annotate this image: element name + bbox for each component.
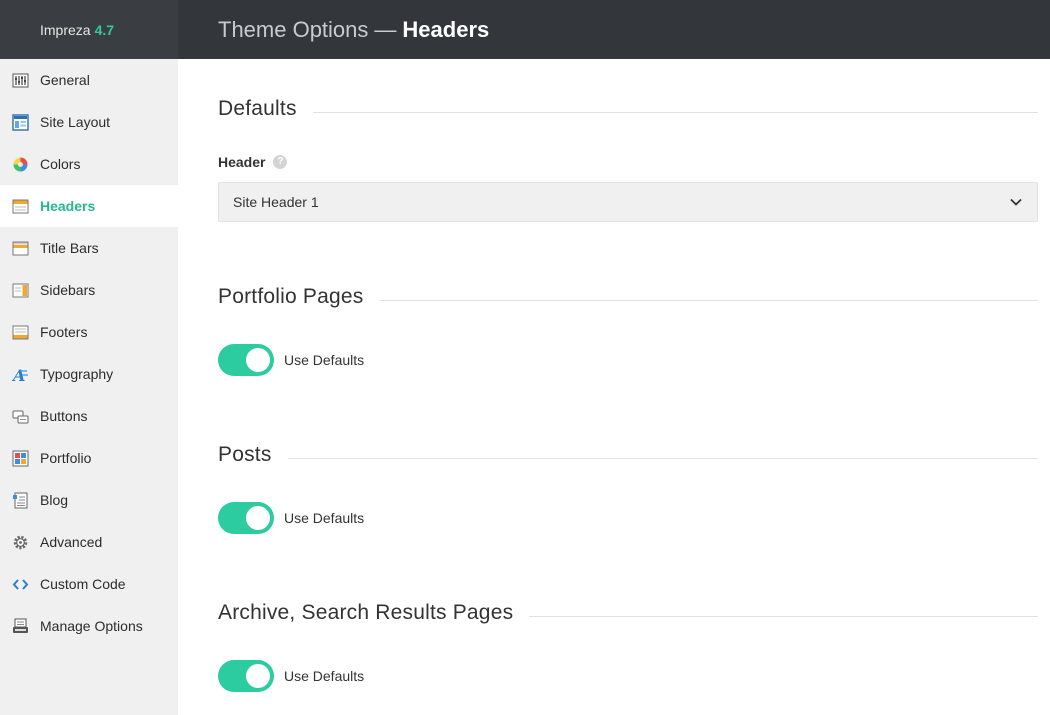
colors-icon — [12, 156, 29, 173]
sidebar-item-buttons[interactable]: Buttons — [0, 395, 178, 437]
typography-icon: A — [12, 366, 29, 383]
blog-icon — [12, 492, 29, 509]
toggle-knob — [246, 664, 270, 688]
sidebar-item-label: Manage Options — [40, 618, 143, 634]
posts-defaults-row: Use Defaults — [218, 502, 364, 534]
toggle-label: Use Defaults — [284, 352, 365, 368]
buttons-icon — [12, 408, 29, 425]
sidebar-item-blog[interactable]: Blog — [0, 479, 178, 521]
archive-defaults-row: Use Defaults — [218, 660, 364, 692]
title-separator: — — [374, 16, 397, 42]
sidebars-icon — [12, 282, 29, 299]
toggle-knob — [246, 506, 270, 530]
custom-code-icon — [12, 576, 29, 593]
manage-options-icon — [12, 618, 29, 635]
sidebar-item-general[interactable]: General — [0, 59, 178, 101]
headers-icon — [12, 198, 29, 215]
title-bars-icon — [12, 240, 29, 257]
sidebar-item-label: Buttons — [40, 408, 88, 424]
section-archive-search: Archive, Search Results Pages — [218, 601, 1038, 625]
sidebar-item-title-bars[interactable]: Title Bars — [0, 227, 178, 269]
chevron-down-icon — [1010, 198, 1022, 206]
sidebar-item-advanced[interactable]: Advanced — [0, 521, 178, 563]
section-title: Posts — [218, 443, 272, 466]
header-field-label: Header ? — [218, 154, 288, 170]
footers-icon — [12, 324, 29, 341]
sidebar-item-label: General — [40, 72, 90, 88]
brand: Impreza 4.7 — [0, 0, 178, 59]
section-divider — [529, 615, 1038, 617]
sidebar-item-colors[interactable]: Colors — [0, 143, 178, 185]
sidebar-item-label: Site Layout — [40, 114, 111, 130]
advanced-icon — [12, 534, 29, 551]
posts-use-defaults-toggle[interactable] — [218, 502, 274, 534]
section-portfolio-pages: Portfolio Pages — [218, 285, 1038, 309]
sidebar-item-typography[interactable]: A Typography — [0, 353, 178, 395]
sidebar-item-label: Sidebars — [40, 282, 96, 298]
header-select-value: Site Header 1 — [233, 194, 319, 210]
toggle-label: Use Defaults — [284, 668, 365, 684]
portfolio-defaults-row: Use Defaults — [218, 344, 364, 376]
section-posts: Posts — [218, 443, 1038, 467]
sidebar-item-headers[interactable]: Headers — [0, 185, 178, 227]
sidebar: Impreza 4.7 General Site Layout Colors H… — [0, 0, 178, 715]
sidebar-item-label: Portfolio — [40, 450, 92, 466]
sidebar-item-label: Blog — [40, 492, 69, 508]
sidebar-item-footers[interactable]: Footers — [0, 311, 178, 353]
page-title: Headers — [402, 16, 490, 42]
general-icon — [12, 72, 29, 89]
sidebar-item-label: Advanced — [40, 534, 103, 550]
portfolio-icon — [12, 450, 29, 467]
brand-name: Impreza — [40, 21, 91, 38]
sidebar-item-site-layout[interactable]: Site Layout — [0, 101, 178, 143]
sidebar-item-label: Title Bars — [40, 240, 99, 256]
header-label-text: Header — [218, 154, 266, 170]
archive-use-defaults-toggle[interactable] — [218, 660, 274, 692]
sidebar-item-label: Custom Code — [40, 576, 126, 592]
sidebar-item-custom-code[interactable]: Custom Code — [0, 563, 178, 605]
sidebar-item-sidebars[interactable]: Sidebars — [0, 269, 178, 311]
sidebar-item-portfolio[interactable]: Portfolio — [0, 437, 178, 479]
site-layout-icon — [12, 113, 29, 131]
sidebar-item-label: Headers — [40, 198, 96, 214]
section-title: Portfolio Pages — [218, 285, 364, 308]
sidebar-nav: General Site Layout Colors Headers Title… — [0, 59, 178, 647]
toggle-knob — [246, 348, 270, 372]
section-divider — [287, 457, 1038, 459]
sidebar-item-label: Colors — [40, 156, 81, 172]
brand-version: 4.7 — [94, 21, 115, 38]
section-defaults: Defaults — [218, 97, 1038, 121]
header-select[interactable]: Site Header 1 — [218, 182, 1038, 222]
page-title-prefix: Theme Options — [218, 16, 369, 42]
sidebar-item-manage-options[interactable]: Manage Options — [0, 605, 178, 647]
toggle-label: Use Defaults — [284, 510, 365, 526]
portfolio-use-defaults-toggle[interactable] — [218, 344, 274, 376]
sidebar-item-label: Typography — [40, 366, 114, 382]
section-divider — [312, 111, 1038, 113]
section-title: Defaults — [218, 97, 297, 120]
help-icon[interactable]: ? — [273, 155, 288, 169]
section-title: Archive, Search Results Pages — [218, 601, 514, 624]
sidebar-item-label: Footers — [40, 324, 88, 340]
section-divider — [379, 299, 1038, 301]
page-header: Theme Options — Headers — [178, 0, 1050, 59]
